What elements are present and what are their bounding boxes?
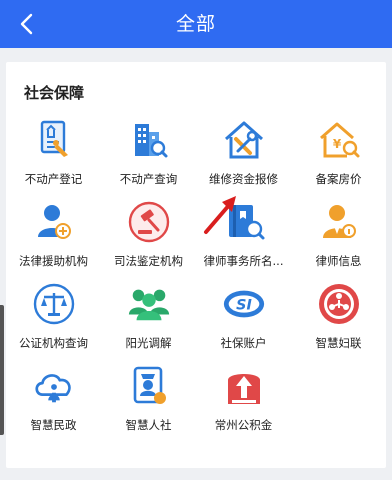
service-property-registration[interactable]: 不动产登记 <box>6 117 101 199</box>
service-social-insurance-account[interactable]: SI 社保账户 <box>196 281 291 363</box>
service-label: 阳光调解 <box>125 336 172 350</box>
service-label: 智慧民政 <box>30 418 77 432</box>
scales-icon <box>31 281 77 327</box>
service-smart-civil-affairs[interactable]: 智慧民政 <box>6 363 101 445</box>
house-price-icon: ¥ <box>316 117 362 163</box>
property-document-icon <box>31 117 77 163</box>
service-grid: 不动产登记 不动产查询 维修资金报修 ¥ 备案房价 法律援助机构 司法鉴定机构 … <box>6 117 386 445</box>
service-label: 常州公积金 <box>214 418 273 432</box>
services-card: 社会保障 不动产登记 不动产查询 维修资金报修 ¥ 备案房价 法律援助机构 司法… <box>6 62 386 468</box>
section-title: 社会保障 <box>24 84 85 102</box>
service-label: 不动产查询 <box>119 172 178 186</box>
svg-text:SI: SI <box>236 298 252 314</box>
service-label: 社保账户 <box>220 336 267 350</box>
service-sunshine-mediation[interactable]: 阳光调解 <box>101 281 196 363</box>
service-property-query[interactable]: 不动产查询 <box>101 117 196 199</box>
service-label: 公证机构查询 <box>19 336 88 350</box>
svg-text:¥: ¥ <box>332 137 341 151</box>
group-mediation-icon <box>126 281 172 327</box>
lawyer-info-icon <box>316 199 362 245</box>
service-legal-aid-institutions[interactable]: 法律援助机构 <box>6 199 101 281</box>
service-maintenance-fund-repair[interactable]: 维修资金报修 <box>196 117 291 199</box>
service-label: 不动产登记 <box>24 172 83 186</box>
womens-federation-icon <box>316 281 362 327</box>
edge-scroll-handle <box>0 305 4 435</box>
building-search-icon <box>126 117 172 163</box>
service-label: 备案房价 <box>315 172 362 186</box>
service-lawyer-info[interactable]: 律师信息 <box>291 199 386 281</box>
legal-aid-person-icon <box>31 199 77 245</box>
gavel-icon <box>126 199 172 245</box>
housing-fund-icon <box>221 363 267 409</box>
service-smart-human-resources[interactable]: 智慧人社 <box>101 363 196 445</box>
service-smart-womens-federation[interactable]: 智慧妇联 <box>291 281 386 363</box>
service-label: 律师信息 <box>315 254 362 268</box>
house-tools-icon <box>221 117 267 163</box>
service-label: 法律援助机构 <box>19 254 88 268</box>
page-title: 全部 <box>175 13 216 35</box>
social-insurance-icon: SI <box>221 281 267 327</box>
service-judicial-appraisal[interactable]: 司法鉴定机构 <box>101 199 196 281</box>
service-changzhou-housing-fund[interactable]: 常州公积金 <box>196 363 291 445</box>
top-app-bar: 全部 <box>0 0 392 48</box>
service-label: 司法鉴定机构 <box>114 254 183 268</box>
people-badge-icon <box>126 363 172 409</box>
service-label: 智慧妇联 <box>315 336 362 350</box>
annotation-arrow-icon <box>204 196 236 234</box>
service-notary-query[interactable]: 公证机构查询 <box>6 281 101 363</box>
service-label: 律师事务所名... <box>203 254 284 268</box>
service-label: 智慧人社 <box>125 418 172 432</box>
service-registered-housing-price[interactable]: ¥ 备案房价 <box>291 117 386 199</box>
cloud-civil-affairs-icon <box>31 363 77 409</box>
service-label: 维修资金报修 <box>209 172 278 186</box>
